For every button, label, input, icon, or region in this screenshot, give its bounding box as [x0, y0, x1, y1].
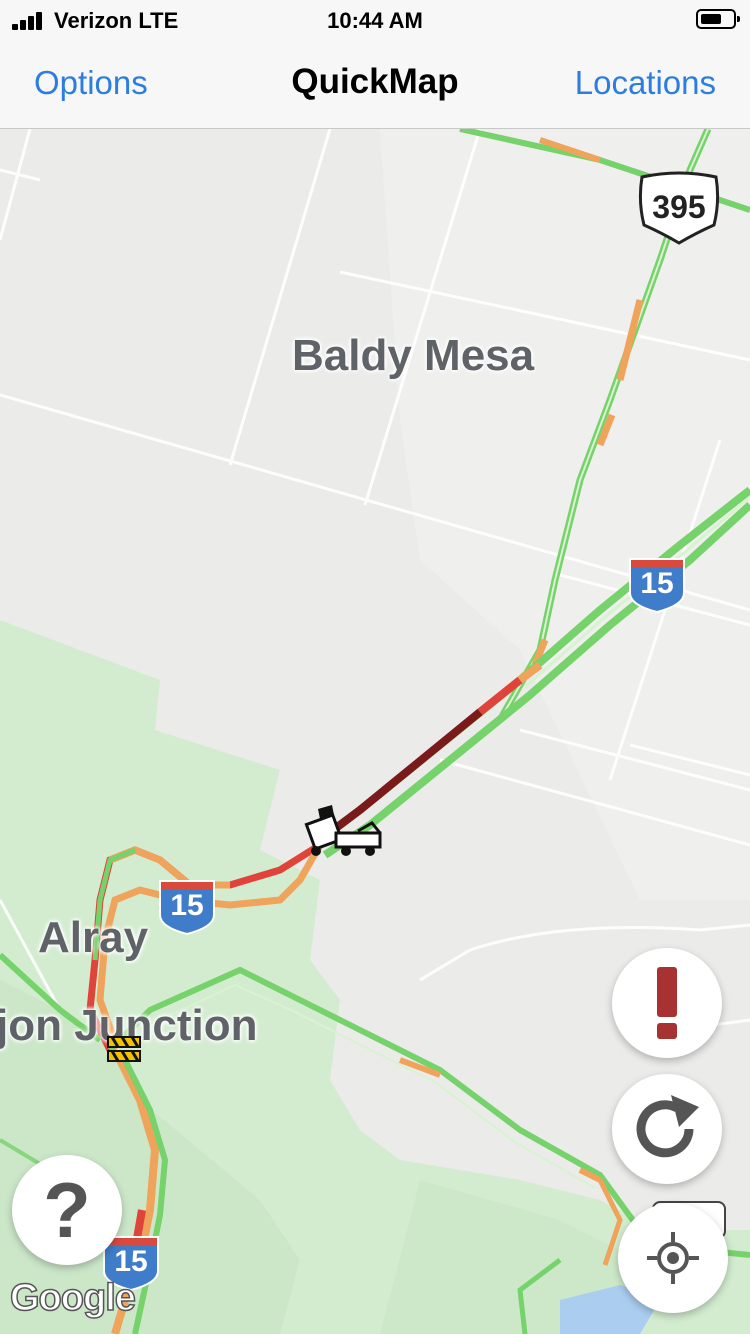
- options-button[interactable]: Options: [34, 64, 148, 102]
- alert-icon: [657, 967, 677, 1039]
- help-icon: ?: [43, 1166, 91, 1254]
- interstate-15-shield: 15: [628, 557, 686, 614]
- place-label-baldy-mesa: Baldy Mesa: [292, 331, 535, 380]
- refresh-icon: [636, 1095, 699, 1158]
- incident-tow-truck-icon[interactable]: [302, 801, 386, 861]
- help-button[interactable]: ?: [12, 1155, 122, 1265]
- us-395-shield: 395: [636, 171, 722, 245]
- locate-me-button[interactable]: [618, 1203, 728, 1313]
- status-bar: Verizon LTE 10:44 AM: [0, 0, 750, 40]
- crosshair-icon: [647, 1232, 699, 1284]
- alerts-button[interactable]: [612, 948, 722, 1058]
- navigation-bar: Options QuickMap Locations: [0, 40, 750, 129]
- locations-button[interactable]: Locations: [575, 64, 716, 102]
- signal-strength-icon: [12, 12, 46, 30]
- battery-icon: [696, 9, 740, 29]
- refresh-button[interactable]: [612, 1074, 722, 1184]
- place-label-alray: Alray: [38, 913, 149, 962]
- google-attribution: Google: [9, 1276, 136, 1320]
- interstate-15-shield: 15: [158, 879, 216, 936]
- carrier-label: Verizon LTE: [54, 8, 179, 33]
- construction-barrier-icon[interactable]: [106, 1033, 142, 1065]
